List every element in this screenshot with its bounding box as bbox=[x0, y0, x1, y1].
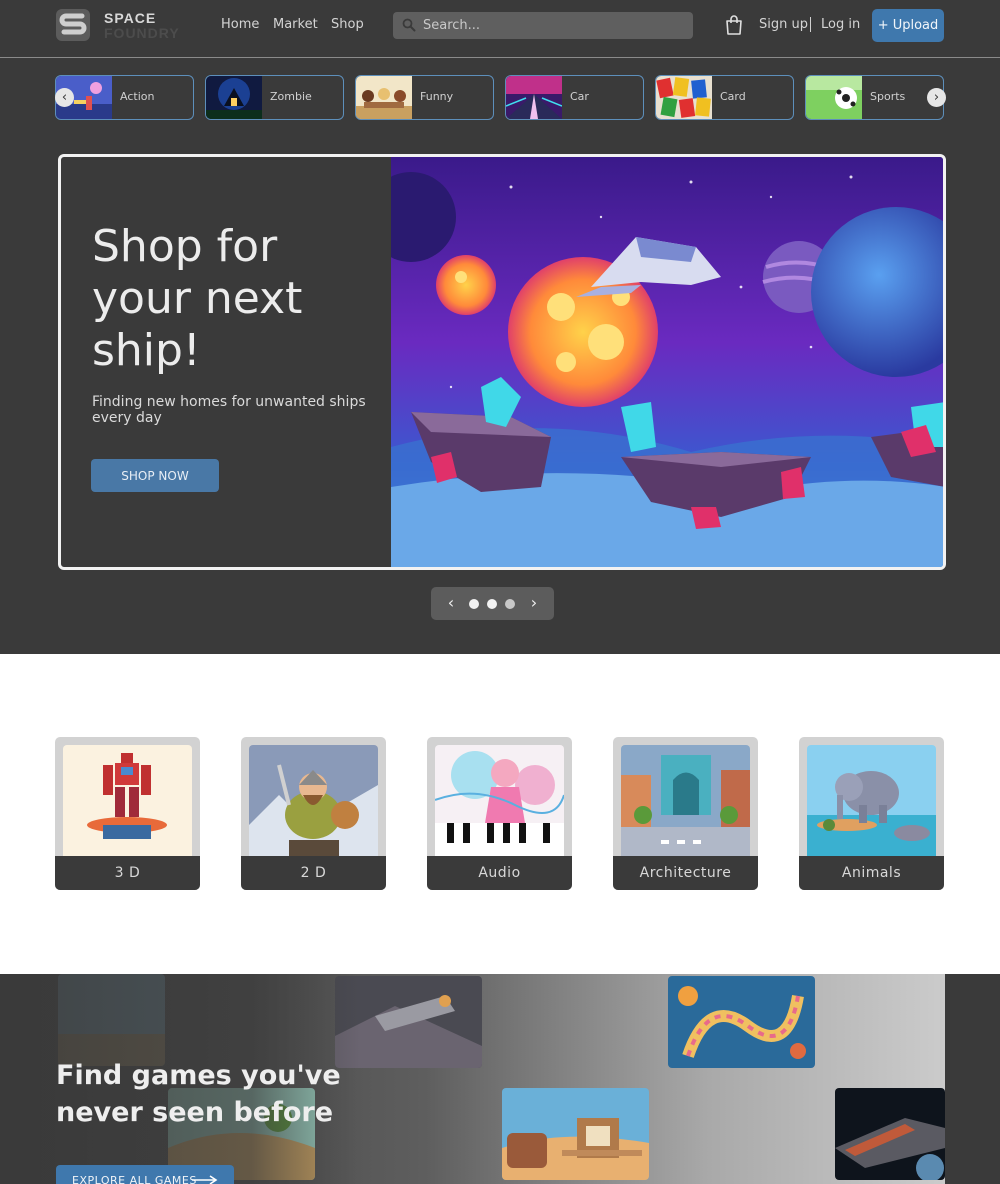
asset-card-image bbox=[435, 745, 564, 857]
category-label: Action bbox=[120, 90, 155, 103]
search-input[interactable] bbox=[423, 12, 683, 39]
brand-name-line2: FOUNDRY bbox=[104, 25, 180, 41]
category-label: Sports bbox=[870, 90, 906, 103]
explore-title: Find games you've never seen before bbox=[56, 1060, 341, 1128]
explore-button-label: EXPLORE ALL GAMES bbox=[72, 1174, 197, 1184]
category-thumbnail bbox=[206, 76, 262, 119]
asset-card-animals[interactable]: Animals bbox=[799, 737, 944, 890]
category-label: Car bbox=[570, 90, 589, 103]
game-tile bbox=[668, 976, 815, 1068]
category-chip-sports[interactable]: Sports bbox=[805, 75, 944, 120]
shopping-bag-icon[interactable] bbox=[724, 14, 744, 36]
asset-card-image bbox=[807, 745, 936, 857]
asset-card-label: Architecture bbox=[613, 856, 758, 890]
nav-shop[interactable]: Shop bbox=[331, 17, 364, 32]
game-tile bbox=[835, 1088, 945, 1180]
login-link[interactable]: Log in bbox=[821, 17, 860, 32]
game-tile bbox=[502, 1088, 649, 1180]
carousel-next-button[interactable]: › bbox=[527, 595, 541, 611]
asset-card-image bbox=[63, 745, 192, 857]
upload-button[interactable]: + Upload bbox=[872, 9, 944, 42]
category-thumbnail bbox=[656, 76, 712, 119]
hero-illustration bbox=[391, 157, 943, 567]
nav-market[interactable]: Market bbox=[273, 17, 318, 32]
category-label: Zombie bbox=[270, 90, 312, 103]
carousel-dot-2[interactable] bbox=[487, 599, 497, 609]
asset-card-audio[interactable]: Audio bbox=[427, 737, 572, 890]
category-chip-zombie[interactable]: Zombie bbox=[205, 75, 344, 120]
category-chip-funny[interactable]: Funny bbox=[355, 75, 494, 120]
search-bar bbox=[393, 12, 693, 39]
asset-card-2d[interactable]: 2 D bbox=[241, 737, 386, 890]
account-divider bbox=[810, 17, 811, 32]
nav-home[interactable]: Home bbox=[221, 17, 259, 32]
category-chip-card[interactable]: Card bbox=[655, 75, 794, 120]
arrow-right-icon bbox=[192, 1175, 218, 1184]
asset-card-label: 2 D bbox=[241, 856, 386, 890]
asset-types-section: 3 D 2 D Audio Architecture Animals bbox=[0, 654, 1000, 974]
asset-card-label: Audio bbox=[427, 856, 572, 890]
category-chip-car[interactable]: Car bbox=[505, 75, 644, 120]
strip-prev-button[interactable]: ‹ bbox=[55, 88, 74, 107]
carousel-pager: ‹ › bbox=[431, 587, 554, 620]
hero-title: Shop for your next ship! bbox=[92, 221, 303, 376]
asset-card-3d[interactable]: 3 D bbox=[55, 737, 200, 890]
strip-next-button[interactable]: › bbox=[927, 88, 946, 107]
category-chip-action[interactable]: Action bbox=[55, 75, 194, 120]
page-edge-panel bbox=[945, 1007, 1000, 1184]
category-label: Funny bbox=[420, 90, 454, 103]
asset-card-image bbox=[621, 745, 750, 857]
hero-subtitle: Finding new homes for unwanted ships eve… bbox=[92, 394, 366, 426]
category-thumbnail bbox=[506, 76, 562, 119]
category-label: Card bbox=[720, 90, 746, 103]
brand-name-line1: SPACE bbox=[104, 10, 157, 26]
top-navbar: SPACE FOUNDRY Home Market Shop Sign up L… bbox=[0, 0, 1000, 58]
carousel-dot-3[interactable] bbox=[505, 599, 515, 609]
asset-card-architecture[interactable]: Architecture bbox=[613, 737, 758, 890]
logo-mark-icon bbox=[56, 9, 90, 41]
asset-card-image bbox=[249, 745, 378, 857]
asset-card-label: Animals bbox=[799, 856, 944, 890]
category-thumbnail bbox=[356, 76, 412, 119]
signup-link[interactable]: Sign up bbox=[759, 17, 808, 32]
explore-all-games-button[interactable]: EXPLORE ALL GAMES bbox=[56, 1165, 234, 1184]
explore-games-banner: Find games you've never seen before EXPL… bbox=[0, 974, 945, 1184]
category-thumbnail bbox=[806, 76, 862, 119]
asset-card-label: 3 D bbox=[55, 856, 200, 890]
carousel-prev-button[interactable]: ‹ bbox=[444, 595, 458, 611]
carousel-dot-1[interactable] bbox=[469, 599, 479, 609]
hero-carousel: Shop for your next ship! Finding new hom… bbox=[58, 154, 946, 570]
brand-logo[interactable]: SPACE FOUNDRY bbox=[55, 8, 195, 44]
search-icon bbox=[402, 18, 416, 32]
shop-now-button[interactable]: SHOP NOW bbox=[91, 459, 219, 492]
